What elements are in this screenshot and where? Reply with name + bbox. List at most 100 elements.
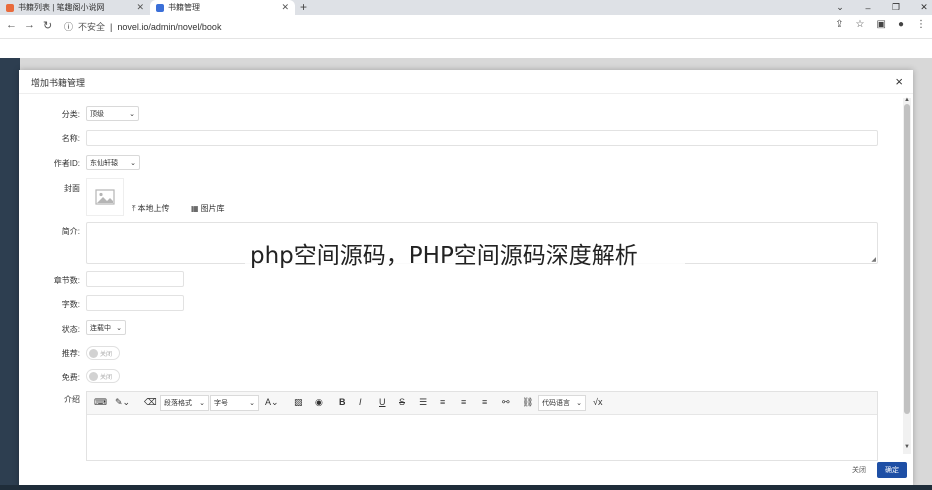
content-label: 介绍 xyxy=(64,395,80,404)
editor-toolbar: ⌨ ✎⌄ ⌫ 段落格式 ⌄ 字号 ⌄ A⌄ ▨ ◉ B I U S ☰ ≡ ≡ … xyxy=(87,392,877,415)
chevron-down-icon: ⌄ xyxy=(129,110,135,118)
forward-icon[interactable]: → xyxy=(24,19,35,31)
status-value: 连载中 xyxy=(90,324,111,332)
intro-label: 简介: xyxy=(61,227,80,236)
chevron-down-icon: ⌄ xyxy=(116,324,122,332)
browser-actions: ⇪ ☆ ▣ ● ⋮ xyxy=(835,19,926,30)
gallery-button[interactable]: ▦ 图片库 xyxy=(191,203,225,214)
divider: | xyxy=(110,21,113,32)
align-left-icon[interactable]: ≡ xyxy=(440,397,445,407)
tab-label: 书籍管理 xyxy=(168,3,200,12)
modal-header: 增加书籍管理 × xyxy=(19,70,913,94)
author-label: 作者ID: xyxy=(53,159,80,168)
profile-icon[interactable]: ● xyxy=(898,19,904,30)
rich-text-editor[interactable]: ⌨ ✎⌄ ⌫ 段落格式 ⌄ 字号 ⌄ A⌄ ▨ ◉ B I U S ☰ ≡ ≡ … xyxy=(86,391,878,461)
star-icon[interactable]: ☆ xyxy=(856,19,865,30)
security-label: 不安全 xyxy=(78,22,106,32)
align-right-icon[interactable]: ≡ xyxy=(482,397,487,407)
new-tab-button[interactable]: + xyxy=(300,0,307,14)
cover-image-placeholder[interactable] xyxy=(86,178,124,216)
chevron-down-icon[interactable]: ⌄ xyxy=(826,2,854,13)
chapters-input[interactable] xyxy=(86,271,184,287)
font-size-select[interactable]: 字号 ⌄ xyxy=(210,395,259,411)
chevron-down-icon: ⌄ xyxy=(130,159,136,167)
back-icon[interactable]: ← xyxy=(6,19,17,31)
underline-icon[interactable]: U xyxy=(379,397,386,407)
background-sidebar xyxy=(0,58,20,490)
chevron-down-icon: ⌄ xyxy=(576,400,582,407)
scroll-down-icon[interactable]: ▼ xyxy=(904,444,910,450)
upload-icon: ⤒ xyxy=(132,203,136,213)
cover-label: 封面 xyxy=(64,184,80,193)
gallery-label: 图片库 xyxy=(200,204,225,213)
window-controls: ⌄ – ❐ ✕ xyxy=(826,0,932,15)
chevron-down-icon: ⌄ xyxy=(249,400,255,407)
gallery-icon: ▦ xyxy=(191,204,199,213)
image-icon xyxy=(95,189,115,205)
italic-icon[interactable]: I xyxy=(359,397,362,407)
formula-icon[interactable]: √x xyxy=(593,397,602,407)
status-select[interactable]: 连载中 ⌄ xyxy=(86,320,126,335)
scrollbar-thumb[interactable] xyxy=(904,104,910,414)
paragraph-format-select[interactable]: 段落格式 ⌄ xyxy=(160,395,209,411)
indent-icon[interactable]: ☰ xyxy=(419,397,427,408)
bold-icon[interactable]: B xyxy=(339,397,346,407)
tab-book-list[interactable]: 书籍列表 | 笔趣阁小说网 ✕ xyxy=(0,0,150,15)
close-icon[interactable]: × xyxy=(895,74,903,89)
unlink-icon[interactable]: ⛓ xyxy=(522,397,533,408)
words-label: 字数: xyxy=(61,300,80,309)
name-input[interactable] xyxy=(86,130,878,146)
category-select[interactable]: 顶级 ⌄ xyxy=(86,106,139,121)
tab-close-icon[interactable]: ✕ xyxy=(281,2,289,13)
font-color-icon[interactable]: A⌄ xyxy=(265,397,279,408)
url-text: novel.io/admin/novel/book xyxy=(117,21,222,32)
local-upload-button[interactable]: ⤒ 本地上传 xyxy=(132,203,170,214)
toggle-text: 关闭 xyxy=(100,351,113,358)
add-book-modal: 增加书籍管理 × ▲ ▼ 分类: 顶级 ⌄ 名称: 作者ID: 东仙轩辕 ⌄ 封… xyxy=(19,70,913,485)
video-icon[interactable]: ◉ xyxy=(315,397,323,408)
tab-favicon-icon xyxy=(6,3,14,12)
font-size-label: 字号 xyxy=(214,400,228,407)
keyboard-icon[interactable]: ⌨ xyxy=(94,397,107,408)
sidepanel-icon[interactable]: ▣ xyxy=(877,19,886,30)
tab-close-icon[interactable]: ✕ xyxy=(136,2,144,13)
toggle-text: 关闭 xyxy=(100,374,113,381)
share-icon[interactable]: ⇪ xyxy=(835,19,843,30)
category-value: 顶级 xyxy=(90,110,104,118)
author-select[interactable]: 东仙轩辕 ⌄ xyxy=(86,155,140,170)
close-window-icon[interactable]: ✕ xyxy=(910,2,932,13)
chapters-label: 章节数: xyxy=(53,276,80,285)
menu-icon[interactable]: ⋮ xyxy=(916,19,926,30)
image-insert-icon[interactable]: ▨ xyxy=(294,397,303,408)
free-label: 免费: xyxy=(61,373,80,382)
ok-button[interactable]: 确定 xyxy=(877,462,907,478)
strikethrough-icon[interactable]: S xyxy=(399,397,405,407)
align-center-icon[interactable]: ≡ xyxy=(461,397,466,407)
resize-handle-icon[interactable]: ◢ xyxy=(871,256,876,263)
url-field[interactable]: ⓘ 不安全 | novel.io/admin/novel/book xyxy=(64,19,221,34)
toggle-knob xyxy=(89,348,98,358)
info-icon[interactable]: ⓘ xyxy=(64,20,73,33)
recommend-toggle[interactable]: 关闭 xyxy=(86,346,120,360)
magic-format-icon[interactable]: ✎⌄ xyxy=(115,397,130,408)
name-label: 名称: xyxy=(61,134,80,143)
link-icon[interactable]: ⚯ xyxy=(502,397,510,408)
reload-icon[interactable]: ↻ xyxy=(43,19,52,32)
background-footer xyxy=(0,485,932,490)
paragraph-format-label: 段落格式 xyxy=(164,400,192,407)
category-label: 分类: xyxy=(61,110,80,119)
author-value: 东仙轩辕 xyxy=(90,159,118,167)
close-button[interactable]: 关闭 xyxy=(843,462,875,478)
scroll-up-icon[interactable]: ▲ xyxy=(904,97,910,103)
maximize-icon[interactable]: ❐ xyxy=(882,2,910,13)
address-bar: ← → ↻ ⓘ 不安全 | novel.io/admin/novel/book … xyxy=(0,15,932,39)
eraser-icon[interactable]: ⌫ xyxy=(144,397,157,408)
status-label: 状态: xyxy=(61,325,80,334)
minimize-icon[interactable]: – xyxy=(854,3,882,13)
tab-book-manage[interactable]: 书籍管理 ✕ xyxy=(150,0,295,15)
code-language-select[interactable]: 代码语言 ⌄ xyxy=(538,395,586,411)
tab-grid-icon xyxy=(156,3,164,12)
free-toggle[interactable]: 关闭 xyxy=(86,369,120,383)
browser-tabbar: 书籍列表 | 笔趣阁小说网 ✕ 书籍管理 ✕ + ⌄ – ❐ ✕ xyxy=(0,0,932,15)
words-input[interactable] xyxy=(86,295,184,311)
